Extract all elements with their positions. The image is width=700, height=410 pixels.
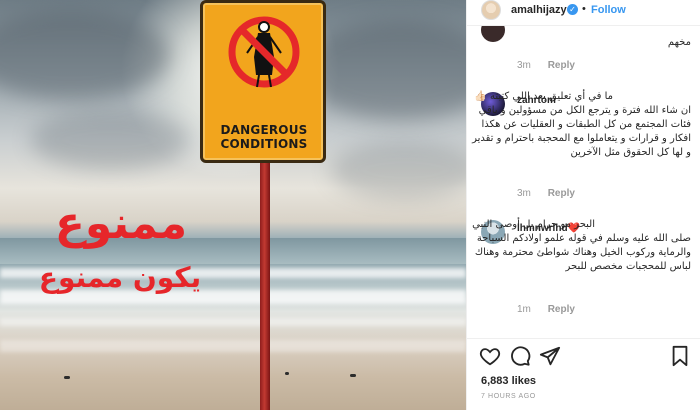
comment-time: 1m xyxy=(517,304,531,315)
wave xyxy=(0,340,466,352)
separator: • xyxy=(582,3,586,15)
like-count[interactable]: 6,883 likes xyxy=(481,375,536,387)
comments-list: مخهم 3m Reply zahrtom ما في أي تعليق بعد… xyxy=(467,26,700,338)
comment-time: 3m xyxy=(517,188,531,199)
post-sidebar: amalhijazy ✓ • Follow مخهم 3m Reply zahr… xyxy=(466,0,700,410)
bird xyxy=(285,372,289,375)
heart-icon[interactable] xyxy=(479,345,501,367)
commenter-avatar[interactable] xyxy=(481,26,505,42)
post-timestamp: 7 HOURS AGO xyxy=(481,393,536,400)
reply-button[interactable]: Reply xyxy=(548,60,575,71)
cloud xyxy=(330,140,466,200)
reply-button[interactable]: Reply xyxy=(548,188,575,199)
post-actions: 6,883 likes 7 HOURS AGO xyxy=(467,338,700,410)
post-image: DANGEROUS CONDITIONS ممنوع يكون ممنوع xyxy=(0,0,466,410)
author-username[interactable]: amalhijazy xyxy=(511,4,567,16)
overlay-headline: ممنوع xyxy=(54,198,188,249)
no-hijab-symbol-icon xyxy=(228,16,300,88)
warning-sign: DANGEROUS CONDITIONS xyxy=(200,0,326,163)
comment-meta: 3m Reply xyxy=(517,188,589,199)
bird xyxy=(350,374,356,377)
overlay-subheadline: يكون ممنوع xyxy=(38,261,202,294)
comment-text: ما في أي تعليق بعد اللي كتبته 👍🏻ان شاء ا… xyxy=(472,91,691,158)
comment: zahrtom ما في أي تعليق بعد اللي كتبته 👍🏻… xyxy=(467,90,700,210)
verified-badge-icon: ✓ xyxy=(567,4,578,15)
bookmark-icon[interactable] xyxy=(669,345,691,367)
comment-text: البحر مو حرام بل أوصى النبي صلى الله علي… xyxy=(472,219,691,272)
comment-time: 3m xyxy=(517,60,531,71)
comment-meta: 1m Reply xyxy=(517,304,589,315)
post-header: amalhijazy ✓ • Follow xyxy=(467,0,700,26)
sign-pole xyxy=(260,160,270,410)
comment: lhmnwrlhd❤️ البحر مو حرام بل أوصى النبي … xyxy=(467,218,700,318)
reply-button[interactable]: Reply xyxy=(548,304,575,315)
sign-text: DANGEROUS CONDITIONS xyxy=(220,123,308,151)
avatar[interactable] xyxy=(481,0,501,20)
cloud xyxy=(30,110,190,170)
comment-meta: 3m Reply xyxy=(517,60,589,71)
bird xyxy=(64,376,70,379)
comment-icon[interactable] xyxy=(509,345,531,367)
comment: مخهم 3m Reply xyxy=(467,26,700,74)
share-icon[interactable] xyxy=(539,345,561,367)
wave xyxy=(0,318,466,326)
comment-text: مخهم xyxy=(667,37,691,48)
follow-button[interactable]: Follow xyxy=(591,4,626,16)
